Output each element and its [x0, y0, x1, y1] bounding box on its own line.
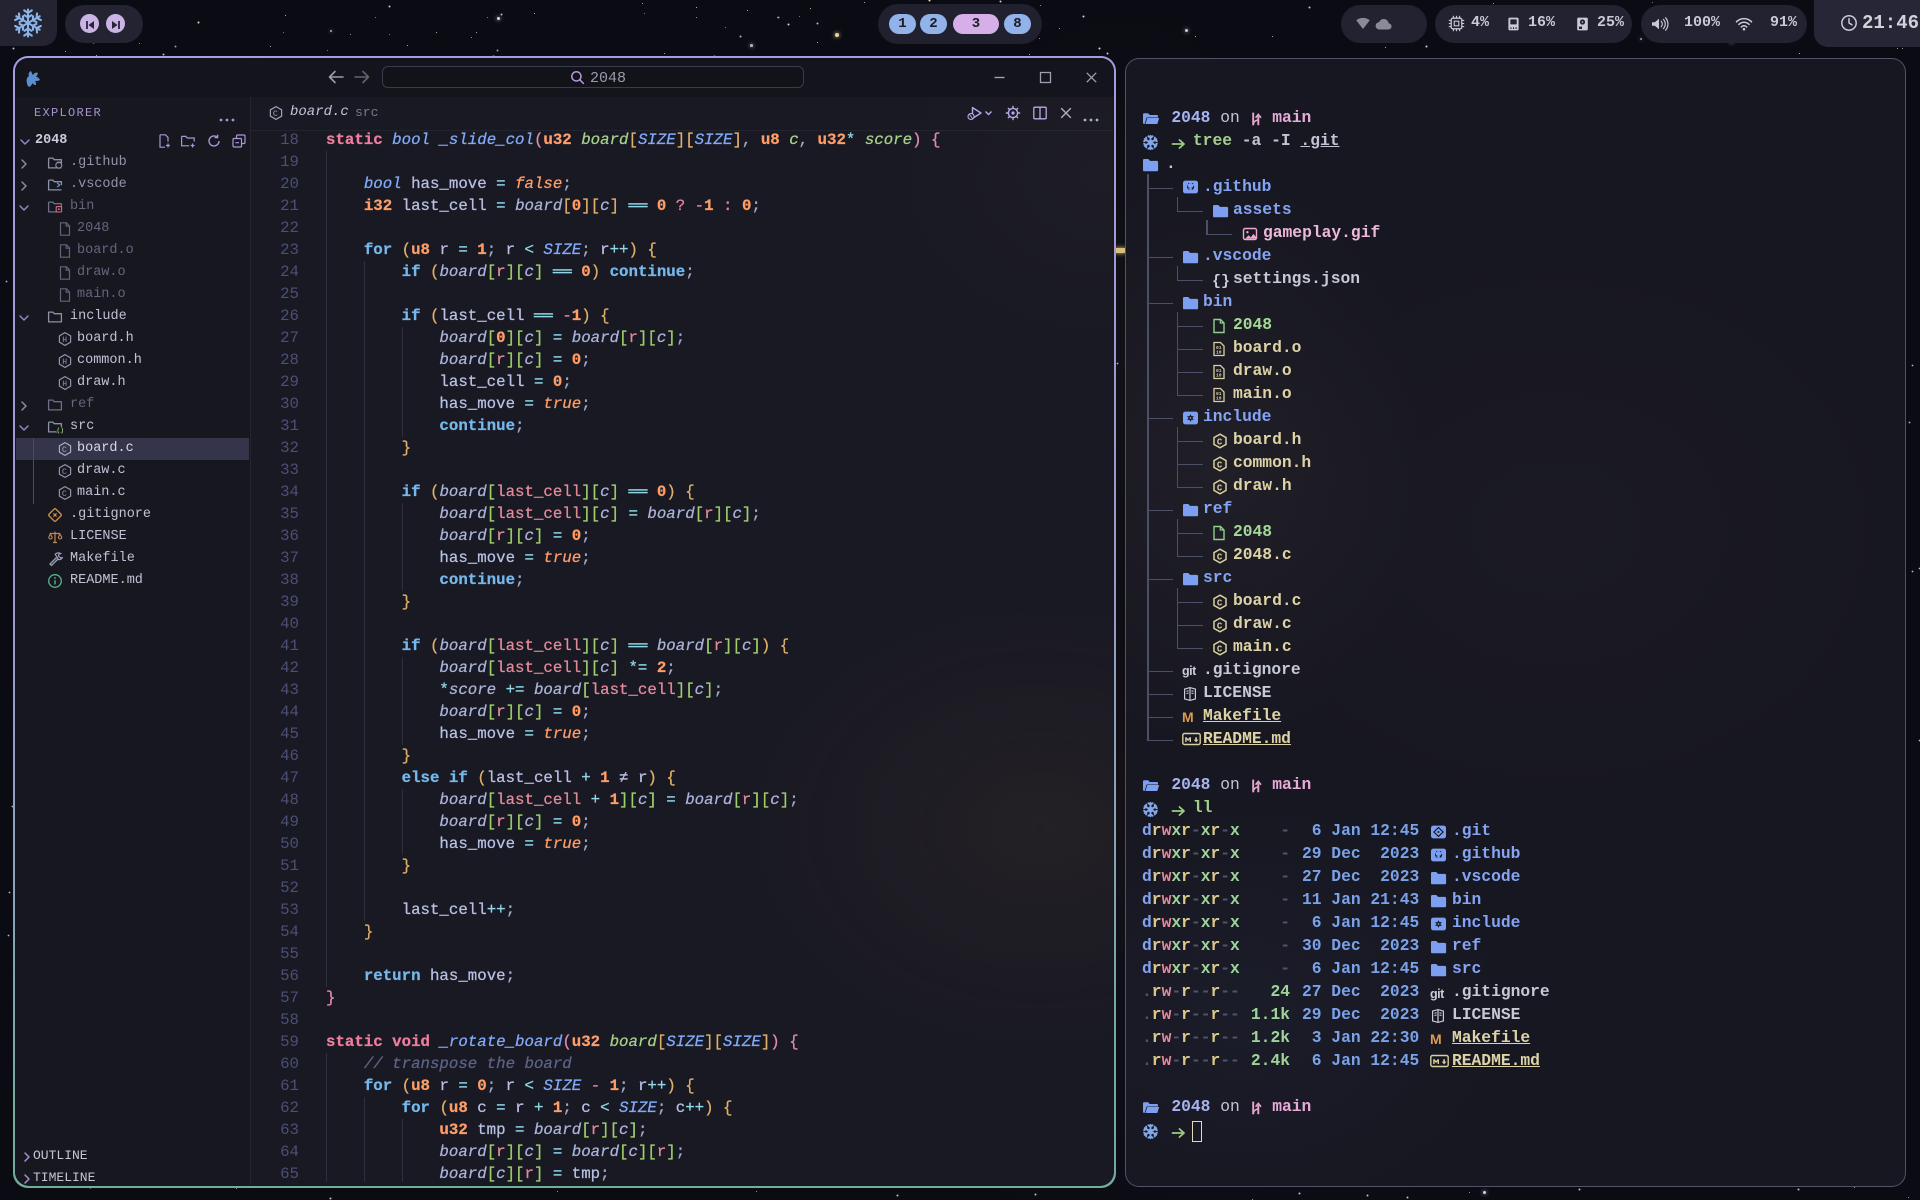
svg-text:C: C — [62, 467, 67, 477]
svg-text:C: C — [273, 109, 278, 119]
svg-text:C: C — [1217, 460, 1223, 470]
svg-text:10: 10 — [1216, 396, 1222, 402]
svg-text:H: H — [62, 336, 67, 345]
svg-text:10: 10 — [1216, 350, 1222, 356]
svg-text:C: C — [1217, 552, 1223, 562]
svg-text:(): () — [56, 427, 63, 434]
svg-text:C: C — [1217, 598, 1223, 608]
svg-text:C: C — [1217, 437, 1223, 447]
svg-text:C: C — [62, 489, 67, 499]
svg-text:H: H — [62, 358, 67, 367]
svg-text:C: C — [1217, 621, 1223, 631]
svg-text:10: 10 — [1216, 373, 1222, 379]
svg-text:C: C — [62, 445, 67, 455]
svg-text:C: C — [1217, 644, 1223, 654]
svg-text:C: C — [1217, 483, 1223, 493]
svg-text:H: H — [62, 380, 67, 389]
